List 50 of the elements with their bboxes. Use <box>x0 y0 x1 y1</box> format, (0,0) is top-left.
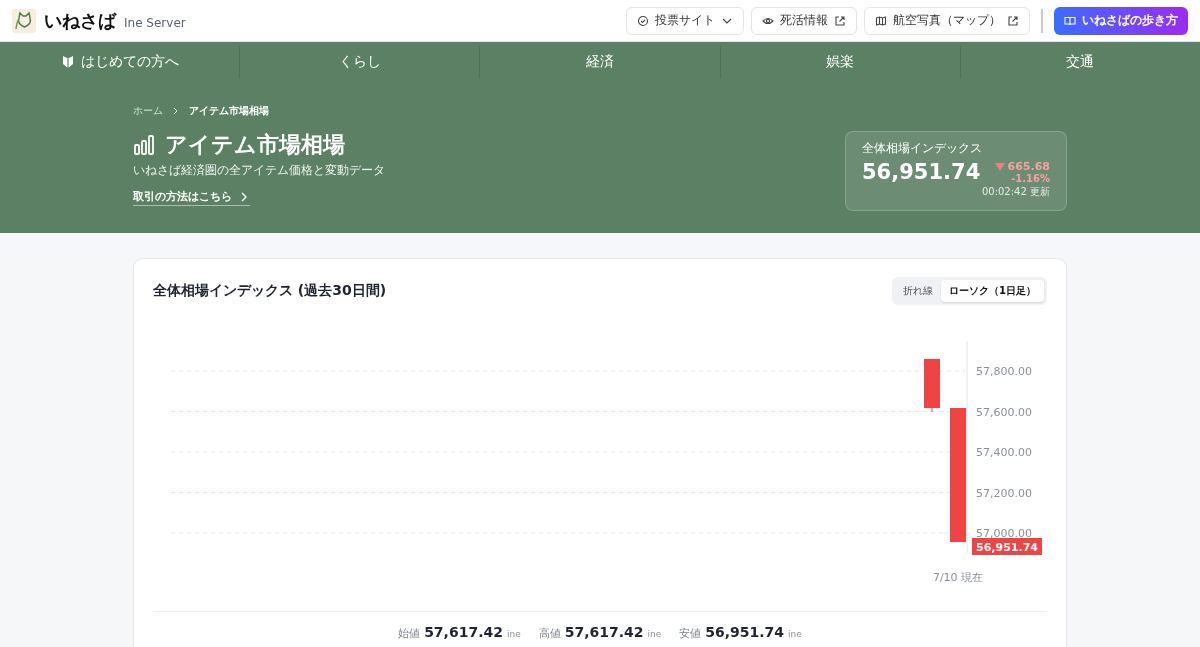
stat-value: 57,617.42 <box>564 624 644 640</box>
y-tick-label: 57,800.00 <box>976 365 1032 378</box>
stat-label: 安値 <box>679 626 702 641</box>
header-button[interactable]: 投票サイト <box>626 6 744 35</box>
site-title[interactable]: いねさば <box>44 8 116 33</box>
y-tick-label: 57,000.00 <box>976 527 1032 540</box>
cat-logo-icon <box>12 8 36 33</box>
stat-unit: ine <box>506 629 521 639</box>
page-subtitle: いねさば経済圏の全アイテム価格と変動データ <box>133 162 385 179</box>
x-axis-label: 7/10 現在 <box>932 571 984 584</box>
index-value: 56,951.74 <box>862 160 981 184</box>
y-tick-label: 57,400.00 <box>976 446 1032 459</box>
stat-unit: ine <box>788 629 802 639</box>
stat-value: 56,951.74 <box>705 624 785 640</box>
index-percent: -1.16% <box>1011 173 1050 184</box>
header-button[interactable]: 死活情報 <box>751 6 857 35</box>
stat-unit: ine <box>647 629 662 639</box>
stat-label: 高値 <box>538 626 561 641</box>
how-to-trade-link[interactable]: 取引の方法はこちら <box>133 189 250 206</box>
check-circle-icon <box>637 14 649 27</box>
site-subtitle: Ine Server <box>124 15 186 30</box>
y-tick-label: 57,200.00 <box>976 486 1032 500</box>
nav-link[interactable]: 交通 <box>960 46 1200 78</box>
index-label: 全体相場インデックス <box>862 140 983 157</box>
down-triangle-icon <box>993 160 1006 173</box>
external-link-icon <box>834 14 846 27</box>
toggle-option[interactable]: 折れ線 <box>895 280 942 302</box>
nav-link[interactable]: くらし <box>240 46 481 78</box>
breadcrumb-link[interactable]: ホーム <box>133 104 163 118</box>
map-icon <box>875 14 887 27</box>
stat-value: 57,617.42 <box>424 624 503 640</box>
stat-label: 始値 <box>398 626 421 641</box>
toggle-option[interactable]: ローソク（1日足） <box>941 280 1044 302</box>
nav-link[interactable]: 娯楽 <box>720 46 961 78</box>
page-title: アイテム市場相場 <box>165 131 345 159</box>
current-price-label: 56,951.74 <box>972 538 1042 555</box>
header-button[interactable]: 航空写真（マップ） <box>864 6 1030 35</box>
bar-chart-icon <box>133 134 155 156</box>
index-change: 665.68 <box>1007 160 1050 173</box>
y-tick-label: 57,600.00 <box>976 405 1032 419</box>
nav-link[interactable]: はじめての方へ <box>0 46 241 78</box>
update-time: 00:02:42 更新 <box>981 185 1050 199</box>
book-icon <box>1064 14 1076 27</box>
nav-link[interactable]: 経済 <box>480 46 721 78</box>
breadcrumb-current: アイテム市場相場 <box>189 104 269 118</box>
chart-title: 全体相場インデックス (過去30日間) <box>153 282 387 300</box>
guide-button[interactable]: いねさばの歩き方 <box>1054 6 1188 35</box>
shield-icon <box>60 54 75 70</box>
external-link-icon <box>1007 14 1019 27</box>
candlestick <box>924 359 940 412</box>
